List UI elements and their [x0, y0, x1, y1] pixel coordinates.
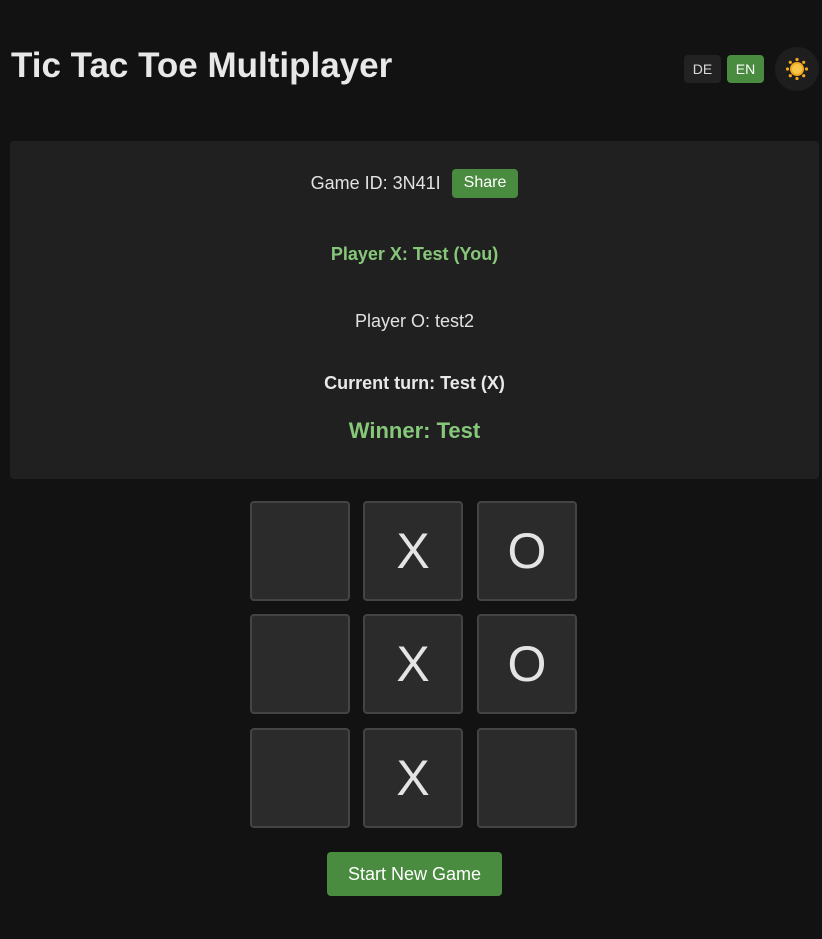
player-o-label: Player O: test2 — [354, 311, 475, 331]
theme-toggle-button[interactable] — [775, 47, 819, 91]
winner-label: Winner: Test — [348, 418, 481, 443]
game-id: Game ID: 3N41I — [310, 172, 441, 193]
game-board: X O X O X — [250, 501, 580, 831]
board-cell-6[interactable]: O — [477, 614, 577, 714]
board-cell-8[interactable]: X — [363, 728, 463, 828]
board-cell-1[interactable] — [250, 501, 350, 601]
player-x-label: Player X: Test (You) — [330, 244, 499, 264]
page-title: Tic Tac Toe Multiplayer — [11, 46, 393, 85]
board-cell-4[interactable] — [250, 614, 350, 714]
board-cell-7[interactable] — [250, 728, 350, 828]
start-new-game-button[interactable]: Start New Game — [327, 852, 502, 896]
sun-icon — [785, 57, 809, 81]
header: Tic Tac Toe Multiplayer DE EN — [0, 0, 822, 120]
page: Tic Tac Toe Multiplayer DE EN Game ID: 3… — [0, 0, 822, 939]
board-cell-2[interactable]: X — [363, 501, 463, 601]
game-id-row: Game ID: 3N41I Share — [10, 168, 819, 198]
board-cell-5[interactable]: X — [363, 614, 463, 714]
language-de-button[interactable]: DE — [684, 55, 721, 83]
board-cell-3[interactable]: O — [477, 501, 577, 601]
share-button[interactable]: Share — [451, 168, 519, 198]
board-cell-9[interactable] — [477, 728, 577, 828]
language-en-button[interactable]: EN — [727, 55, 764, 83]
game-info-panel: Game ID: 3N41I Share Player X: Test (You… — [10, 141, 819, 479]
current-turn-label: Current turn: Test (X) — [324, 373, 505, 393]
